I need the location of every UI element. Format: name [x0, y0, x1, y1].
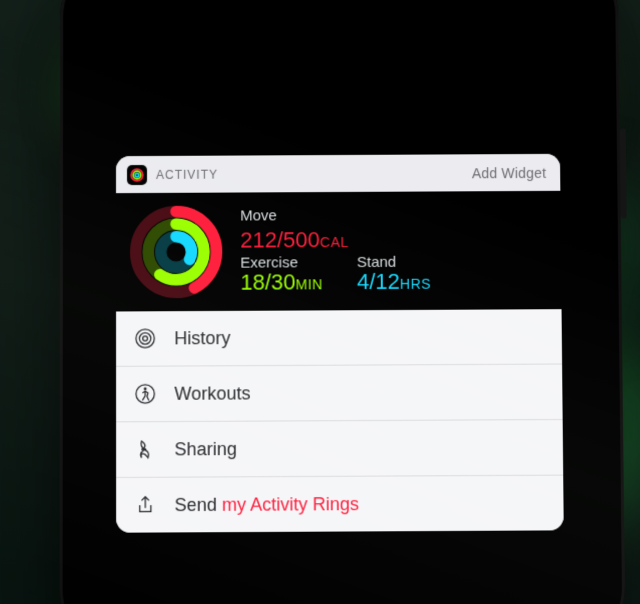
menu-label: Workouts: [174, 383, 250, 405]
stand-unit: HRS: [400, 276, 431, 292]
exercise-column: Exercise 18/30MIN: [240, 255, 323, 295]
phone-screen: ACTIVITY Add Widget: [98, 1, 587, 604]
stage-photo-background: ACTIVITY Add Widget: [0, 0, 640, 604]
bg-blob: [80, 40, 170, 140]
sharing-icon: [134, 438, 156, 460]
exercise-value: 18/30: [240, 270, 295, 295]
quick-action-popup: ACTIVITY Add Widget: [116, 154, 564, 533]
send-label-prefix: Send: [175, 494, 222, 515]
move-label: Move: [240, 207, 277, 224]
phone-bezel: ACTIVITY Add Widget: [80, 0, 606, 604]
history-icon: [134, 327, 156, 349]
menu-label: Sharing: [174, 438, 236, 460]
menu-item-send-rings[interactable]: Send my Activity Rings: [116, 475, 564, 533]
widget-title: ACTIVITY: [156, 168, 218, 182]
bg-blob: [150, 15, 300, 165]
bg-blob: [130, 310, 390, 570]
add-widget-button[interactable]: Add Widget: [472, 165, 547, 181]
activity-rings-icon: [128, 204, 224, 301]
activity-summary-panel: Move 212/500CAL Exercise 18/30MIN: [116, 191, 562, 312]
menu-label: History: [174, 327, 230, 348]
phone-side-button: [620, 129, 627, 219]
menu-item-workouts[interactable]: Workouts: [116, 363, 563, 421]
phone-frame: ACTIVITY Add Widget: [60, 0, 626, 604]
activity-metrics: Move 212/500CAL Exercise 18/30MIN: [240, 207, 547, 295]
menu-item-history[interactable]: History: [116, 309, 562, 366]
stand-value: 4/12: [357, 269, 400, 294]
move-unit: CAL: [320, 234, 349, 250]
move-label-row: Move: [240, 207, 547, 225]
menu-item-sharing[interactable]: Sharing: [116, 419, 563, 477]
bg-blob: [540, 170, 640, 330]
stand-column: Stand 4/12HRS: [357, 254, 431, 294]
bg-blob: [430, 15, 580, 165]
exercise-unit: MIN: [296, 277, 323, 293]
share-icon: [134, 494, 156, 516]
move-value-row: 212/500CAL: [240, 227, 547, 252]
workouts-icon: [134, 383, 156, 405]
activity-app-icon: [127, 165, 147, 185]
widget-header-left: ACTIVITY: [127, 165, 218, 185]
bg-blob: [300, 15, 430, 145]
move-value: 212/500: [240, 227, 320, 252]
widget-header: ACTIVITY Add Widget: [116, 154, 560, 193]
menu-label: Send my Activity Rings: [175, 493, 360, 515]
quick-actions-menu: History Workouts Sharing: [116, 309, 564, 533]
stand-label: Stand: [357, 254, 431, 270]
bg-blob: [390, 300, 640, 560]
send-label-accent: my Activity Rings: [222, 493, 359, 514]
exercise-label: Exercise: [240, 255, 322, 271]
